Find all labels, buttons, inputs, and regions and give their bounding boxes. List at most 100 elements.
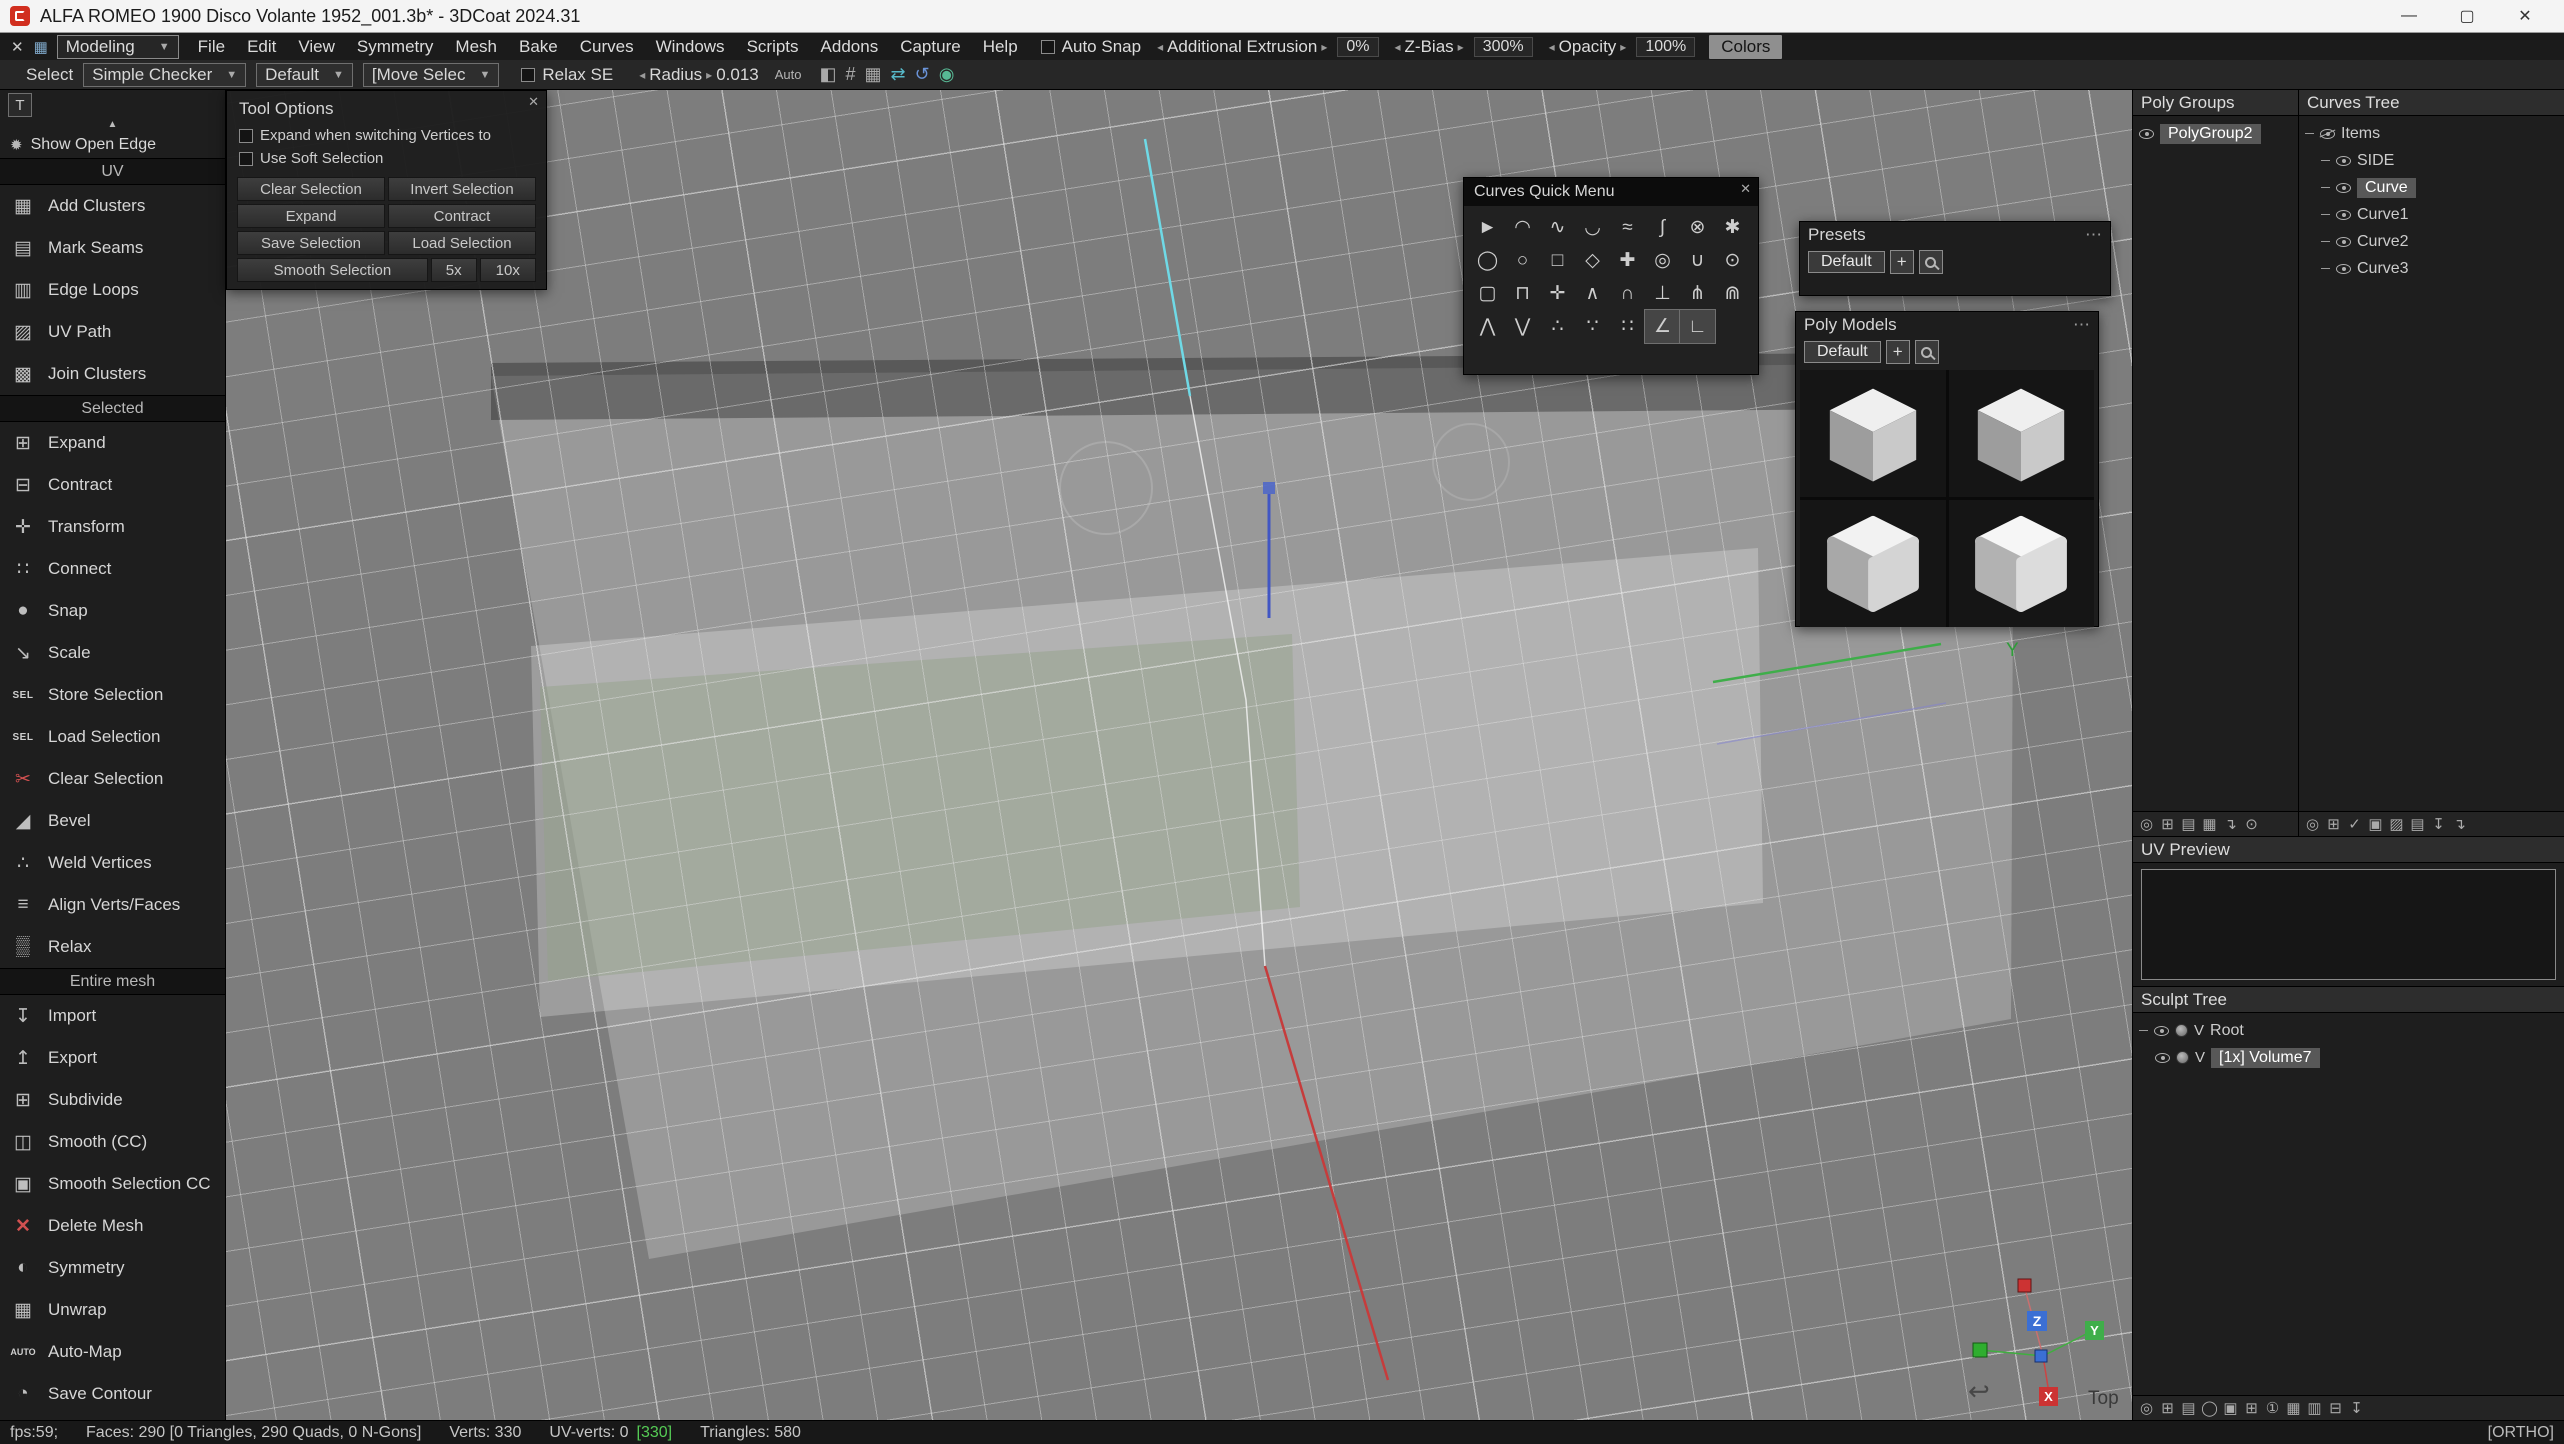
- voxel-mode-icon[interactable]: V: [2194, 1022, 2204, 1039]
- curve-tool-icon[interactable]: ∵: [1575, 310, 1610, 343]
- smooth-10x-button[interactable]: 10x: [480, 258, 537, 282]
- layout-grid-icon[interactable]: ▦: [29, 38, 53, 56]
- panel-toolbar-icon[interactable]: ▤: [2408, 815, 2427, 833]
- menu-item[interactable]: View: [287, 35, 346, 59]
- poly-group-name[interactable]: PolyGroup2: [2160, 124, 2261, 144]
- curve-tool-icon[interactable]: ∠: [1645, 310, 1680, 343]
- curve-tool-icon[interactable]: ∟: [1680, 310, 1715, 343]
- visibility-eye-icon[interactable]: [2336, 237, 2351, 247]
- curve-tool-icon[interactable]: ►: [1470, 211, 1505, 244]
- tool-item[interactable]: ▦ Unwrap: [0, 1289, 225, 1331]
- toolbar-icon[interactable]: #: [846, 64, 856, 85]
- tool-item[interactable]: ↧ Import: [0, 995, 225, 1037]
- add-model-button[interactable]: +: [1886, 340, 1910, 364]
- curve-tool-icon[interactable]: ⋁: [1505, 310, 1540, 343]
- panel-toolbar-icon[interactable]: ↴: [2450, 815, 2469, 833]
- invert-selection-button[interactable]: Invert Selection: [388, 177, 536, 201]
- curves-tree-root-row[interactable]: Items: [2299, 120, 2564, 147]
- toolbar-icon[interactable]: ▦: [865, 64, 882, 85]
- curves-tree-item[interactable]: Curve: [2299, 174, 2564, 201]
- tool-item[interactable]: ▒ Relax: [0, 926, 225, 968]
- visibility-eye-icon[interactable]: [2155, 1053, 2170, 1063]
- maximize-button[interactable]: ▢: [2438, 0, 2496, 32]
- poly-group-row[interactable]: PolyGroup2: [2133, 120, 2298, 147]
- tool-item[interactable]: ▥ Edge Loops: [0, 269, 225, 311]
- panel-toolbar-icon[interactable]: ◎: [2137, 1399, 2156, 1417]
- tool-item[interactable]: ⊞ Subdivide: [0, 1079, 225, 1121]
- curve-tool-icon[interactable]: ∧: [1575, 277, 1610, 310]
- z-bias-spinner[interactable]: ◂ Z-Bias ▸ 300%: [1395, 37, 1533, 57]
- spinner-left-icon[interactable]: ◂: [1549, 40, 1555, 54]
- curve-tool-icon[interactable]: ✚: [1610, 244, 1645, 277]
- curve-tool-icon[interactable]: ∪: [1680, 244, 1715, 277]
- proxy-sphere-icon[interactable]: [2175, 1024, 2188, 1037]
- spinner-left-icon[interactable]: ◂: [1395, 40, 1401, 54]
- expand-switch-toggle[interactable]: Expand when switching Vertices to: [227, 124, 546, 147]
- rounded-cube-model-thumbnail[interactable]: [1800, 500, 1946, 627]
- toolbar-icon[interactable]: ↺: [915, 64, 930, 85]
- voxel-mode-icon[interactable]: V: [2195, 1049, 2205, 1066]
- panel-toolbar-icon[interactable]: ①: [2263, 1399, 2282, 1417]
- radius-spinner[interactable]: ◂ Radius ▸ 0.013: [639, 65, 759, 85]
- curves-tree-item[interactable]: Curve1: [2299, 201, 2564, 228]
- curve-item-label[interactable]: Curve1: [2357, 206, 2409, 224]
- close-workspace-icon[interactable]: ✕: [6, 38, 29, 56]
- visibility-eye-icon[interactable]: [2154, 1026, 2169, 1036]
- spinner-left-icon[interactable]: ◂: [1157, 40, 1163, 54]
- tool-item[interactable]: ⊟ Contract: [0, 464, 225, 506]
- tool-item[interactable]: ◔ Save Contour: [0, 1373, 225, 1415]
- gizmo-x-handle[interactable]: X: [2039, 1387, 2058, 1406]
- tool-item[interactable]: ✛ Transform: [0, 506, 225, 548]
- cube-model-thumbnail[interactable]: [1949, 370, 2095, 497]
- close-icon[interactable]: ✕: [1740, 181, 1751, 197]
- tool-item[interactable]: ● Snap: [0, 590, 225, 632]
- visibility-eye-icon[interactable]: [2139, 129, 2154, 139]
- panel-toolbar-icon[interactable]: ⊞: [2158, 815, 2177, 833]
- tool-item[interactable]: ∴ Weld Vertices: [0, 842, 225, 884]
- menu-item[interactable]: Capture: [889, 35, 971, 59]
- sculpt-root-row[interactable]: V Root: [2133, 1017, 2564, 1044]
- tool-item[interactable]: ◐ Symmetry: [0, 1247, 225, 1289]
- tool-item[interactable]: SEL Store Selection: [0, 674, 225, 716]
- tool-item[interactable]: ↥ Export: [0, 1037, 225, 1079]
- proxy-sphere-icon[interactable]: [2176, 1051, 2189, 1064]
- colors-button[interactable]: Colors: [1709, 35, 1782, 59]
- tool-item[interactable]: ✕ Delete Mesh: [0, 1205, 225, 1247]
- panel-toolbar-icon[interactable]: ◎: [2303, 815, 2322, 833]
- spinner-left-icon[interactable]: ◂: [639, 68, 645, 82]
- cube-model-thumbnail[interactable]: [1800, 370, 1946, 497]
- opacity-spinner[interactable]: ◂ Opacity ▸ 100%: [1549, 37, 1696, 57]
- radius-value[interactable]: 0.013: [716, 65, 759, 85]
- show-open-edge-toggle[interactable]: ✹ Show Open Edge: [0, 132, 225, 158]
- panel-toolbar-icon[interactable]: ↧: [2347, 1399, 2366, 1417]
- search-button[interactable]: [1915, 340, 1939, 364]
- curve-tool-icon[interactable]: ⋒: [1715, 277, 1750, 310]
- panel-toolbar-icon[interactable]: ▥: [2305, 1399, 2324, 1417]
- curve-tool-icon[interactable]: ▢: [1470, 277, 1505, 310]
- tool-item[interactable]: ▩ Join Clusters: [0, 353, 225, 395]
- move-mode-dropdown[interactable]: [Move Selec ▼: [363, 63, 499, 87]
- clear-selection-button[interactable]: Clear Selection: [237, 177, 385, 201]
- panel-toolbar-icon[interactable]: ↧: [2429, 815, 2448, 833]
- panel-toolbar-icon[interactable]: ⊙: [2242, 815, 2261, 833]
- curve-tool-icon[interactable]: ○: [1505, 244, 1540, 277]
- collapse-arrow-icon[interactable]: ▲: [0, 120, 225, 132]
- auto-snap-toggle[interactable]: Auto Snap: [1041, 37, 1141, 57]
- tool-item[interactable]: ▣ Smooth Selection CC: [0, 1163, 225, 1205]
- toolbar-icon[interactable]: ◉: [939, 64, 955, 85]
- close-button[interactable]: ✕: [2496, 0, 2554, 32]
- preset-dropdown[interactable]: Default ▼: [256, 63, 353, 87]
- menu-item[interactable]: File: [187, 35, 236, 59]
- panel-toolbar-icon[interactable]: ◯: [2200, 1399, 2219, 1417]
- menu-item[interactable]: Scripts: [736, 35, 810, 59]
- spinner-right-icon[interactable]: ▸: [1321, 40, 1327, 54]
- tool-item[interactable]: SEL Load Selection: [0, 716, 225, 758]
- curves-tree-item[interactable]: Curve2: [2299, 228, 2564, 255]
- panel-menu-icon[interactable]: ⋯: [2085, 225, 2102, 245]
- smooth-selection-button[interactable]: Smooth Selection: [237, 258, 428, 282]
- curve-item-label-selected[interactable]: Curve: [2357, 178, 2416, 198]
- soft-selection-checkbox[interactable]: [239, 152, 253, 166]
- curve-tool-icon[interactable]: ∷: [1610, 310, 1645, 343]
- relax-checkbox[interactable]: [521, 68, 535, 82]
- curve-tool-icon[interactable]: ◇: [1575, 244, 1610, 277]
